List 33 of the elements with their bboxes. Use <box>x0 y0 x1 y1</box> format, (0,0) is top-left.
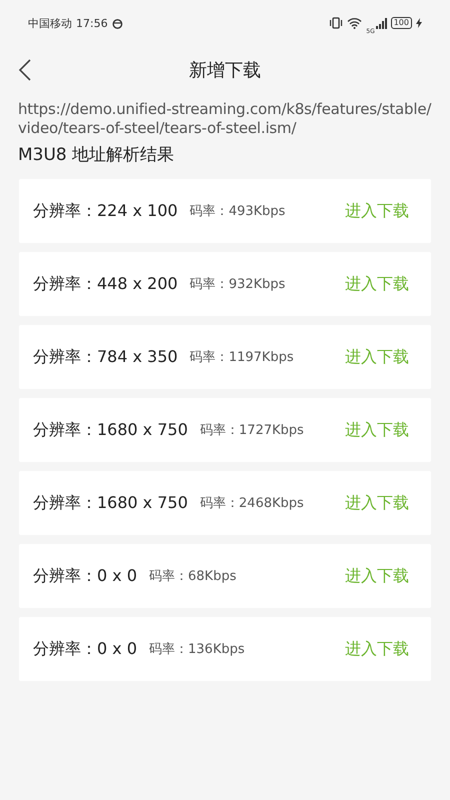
signal-icon <box>376 18 387 28</box>
download-link[interactable]: 进入下载 <box>345 346 409 368</box>
download-link[interactable]: 进入下载 <box>345 492 409 514</box>
download-link[interactable]: 进入下载 <box>345 200 409 222</box>
download-link[interactable]: 进入下载 <box>345 638 409 660</box>
bitrate-text: 码率：1727Kbps <box>200 422 304 439</box>
bitrate-text: 码率：1197Kbps <box>190 349 294 366</box>
carrier-name: 中国移动 <box>28 16 72 30</box>
resolution-text: 分辨率：1680 x 750 <box>33 420 188 440</box>
clock-time: 17:56 <box>76 16 108 30</box>
bitrate-text: 码率：493Kbps <box>190 203 286 220</box>
battery-level: 100 <box>390 17 412 29</box>
charging-icon <box>416 18 422 28</box>
download-link[interactable]: 进入下载 <box>345 420 409 440</box>
resolution-text: 分辨率：1680 x 750 <box>33 492 188 514</box>
vibrate-icon <box>329 17 344 29</box>
bitrate-text: 码率：136Kbps <box>149 641 245 658</box>
bitrate-text: 码率：932Kbps <box>190 276 286 293</box>
notification-icon <box>112 18 123 28</box>
section-title: M3U8 地址解析结果 <box>17 144 176 166</box>
back-icon[interactable] <box>18 59 32 81</box>
page-title: 新增下载 <box>189 59 261 82</box>
resolution-text: 分辨率：784 x 350 <box>33 346 178 368</box>
bitrate-text: 码率：68Kbps <box>149 568 236 585</box>
resolution-text: 分辨率：224 x 100 <box>33 200 178 222</box>
stream-url: https://demo.unified-streaming.com/k8s/features/stable/video/tears-of-steel/tears-of-steel.ism/ <box>17 99 432 138</box>
bitrate-text: 码率：2468Kbps <box>200 495 304 512</box>
wifi-icon <box>347 17 362 29</box>
resolution-text: 分辨率：0 x 0 <box>33 566 137 586</box>
resolution-text: 分辨率：448 x 200 <box>33 274 178 294</box>
download-link[interactable]: 进入下载 <box>345 566 409 586</box>
download-link[interactable]: 进入下载 <box>345 274 409 294</box>
resolution-text: 分辨率：0 x 0 <box>33 638 137 660</box>
